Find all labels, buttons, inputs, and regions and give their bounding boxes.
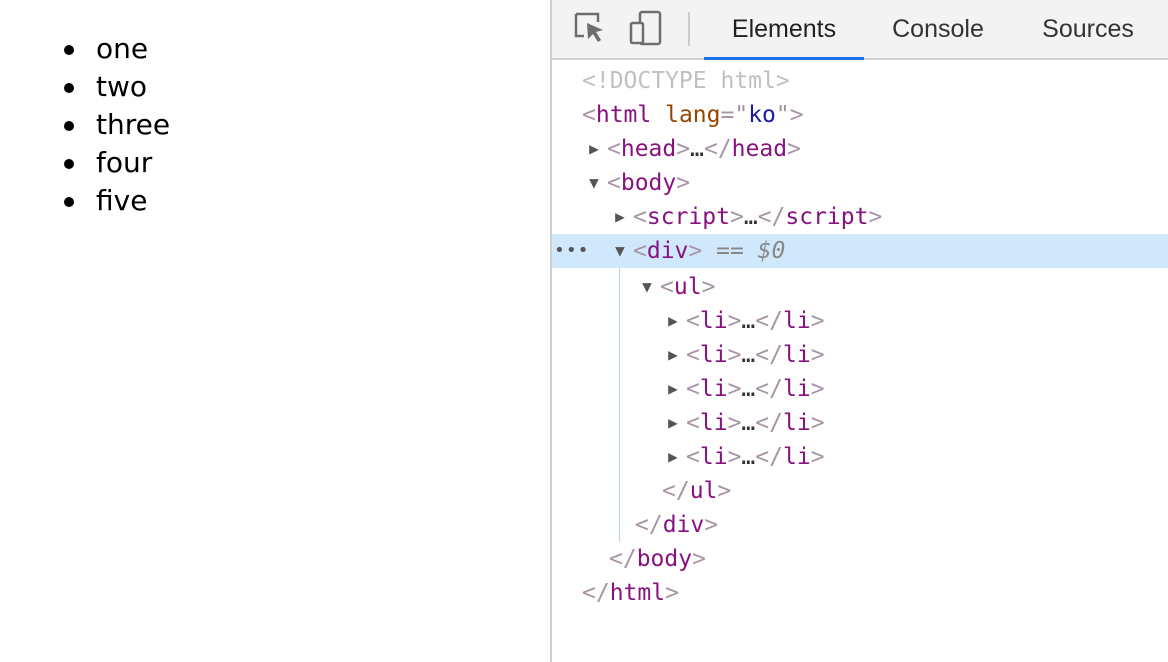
collapsed-ellipsis: … — [743, 204, 758, 230]
devtools-toolbar: Elements Console Sources — [552, 0, 1168, 60]
collapsed-ellipsis: … — [690, 136, 704, 162]
collapsed-ellipsis: … — [741, 410, 756, 436]
tree-row-script[interactable]: ▶ <script>…</script> — [552, 200, 1168, 234]
bullet-icon — [64, 159, 74, 169]
tree-row-doctype[interactable]: <!DOCTYPE html> — [552, 64, 1168, 98]
collapse-triangle-icon[interactable]: ▼ — [586, 166, 602, 200]
ul-close-tag: ul — [689, 478, 718, 504]
list-item: four — [64, 144, 170, 182]
tab-elements[interactable]: Elements — [704, 0, 864, 60]
body-tag: body — [620, 170, 677, 196]
expand-triangle-icon[interactable]: ▶ — [612, 200, 628, 234]
div-close-tag: div — [662, 512, 705, 538]
tree-row-div-close[interactable]: </div> — [552, 508, 1168, 542]
div-tag: div — [646, 238, 689, 264]
collapse-triangle-icon[interactable]: ▼ — [612, 234, 628, 268]
list-item: one — [64, 30, 170, 68]
tab-sources[interactable]: Sources — [1024, 0, 1152, 58]
li-tag: li — [699, 342, 728, 368]
bullet-list: one two three four five — [64, 30, 170, 220]
li-tag: li — [699, 308, 728, 334]
device-toolbar-icon[interactable] — [628, 10, 666, 48]
devtools-panel: Elements Console Sources <!DOCTYPE html>… — [552, 0, 1168, 662]
expand-triangle-icon[interactable]: ▶ — [586, 132, 602, 166]
expand-triangle-icon[interactable]: ▶ — [665, 372, 681, 406]
script-close-tag: script — [785, 204, 869, 230]
list-item: two — [64, 68, 170, 106]
list-item: five — [64, 182, 170, 220]
tree-row-ul[interactable]: ▼ <ul> — [552, 270, 1168, 304]
ul-tag: ul — [673, 274, 702, 300]
doctype-node: <!DOCTYPE html> — [582, 68, 790, 94]
expand-triangle-icon[interactable]: ▶ — [665, 440, 681, 474]
tab-console[interactable]: Console — [874, 0, 1002, 58]
li-close-tag: li — [782, 410, 811, 436]
attr-name: lang — [665, 102, 721, 128]
toolbar-separator — [688, 12, 690, 46]
attr-value: ko — [748, 102, 776, 128]
tree-row-html[interactable]: <html lang="ko"> — [552, 98, 1168, 132]
bullet-icon — [64, 197, 74, 207]
li-close-tag: li — [782, 342, 811, 368]
script-tag: script — [646, 204, 730, 230]
bullet-icon — [64, 83, 74, 93]
tree-row-li[interactable]: ▶ <li>…</li> — [552, 304, 1168, 338]
tree-row-html-close[interactable]: </html> — [552, 576, 1168, 610]
selection-guide-line — [619, 268, 620, 542]
html-close-tag: html — [609, 580, 666, 606]
tree-row-li[interactable]: ▶ <li>…</li> — [552, 440, 1168, 474]
tree-row-body-close[interactable]: </body> — [552, 542, 1168, 576]
li-close-tag: li — [782, 308, 811, 334]
li-tag: li — [699, 376, 728, 402]
tree-row-li[interactable]: ▶ <li>…</li> — [552, 338, 1168, 372]
li-tag: li — [699, 444, 728, 470]
li-close-tag: li — [782, 376, 811, 402]
collapsed-ellipsis: … — [741, 376, 756, 402]
bullet-icon — [64, 45, 74, 55]
collapse-triangle-icon[interactable]: ▼ — [639, 270, 655, 304]
inspect-cursor-icon[interactable] — [572, 10, 610, 48]
li-tag: li — [699, 410, 728, 436]
collapsed-ellipsis: … — [741, 342, 756, 368]
tree-row-ul-close[interactable]: </ul> — [552, 474, 1168, 508]
tree-row-li[interactable]: ▶ <li>…</li> — [552, 406, 1168, 440]
bullet-icon — [64, 121, 74, 131]
tree-row-body[interactable]: ▼ <body> — [552, 166, 1168, 200]
collapsed-ellipsis: … — [741, 308, 756, 334]
expand-triangle-icon[interactable]: ▶ — [665, 338, 681, 372]
list-item: three — [64, 106, 170, 144]
more-actions-icon[interactable]: ••• — [554, 234, 590, 268]
tree-row-li[interactable]: ▶ <li>…</li> — [552, 372, 1168, 406]
li-close-tag: li — [782, 444, 811, 470]
page-viewport: one two three four five — [0, 0, 550, 662]
selected-marker: == $0 — [716, 238, 786, 264]
head-tag: head — [620, 136, 677, 162]
tree-row-div-selected[interactable]: ••• ▼ <div> == $0 — [552, 234, 1168, 268]
head-close-tag: head — [731, 136, 788, 162]
tree-row-head[interactable]: ▶ <head>…</head> — [552, 132, 1168, 166]
body-close-tag: body — [636, 546, 693, 572]
expand-triangle-icon[interactable]: ▶ — [665, 406, 681, 440]
html-tag: html — [595, 102, 652, 128]
expand-triangle-icon[interactable]: ▶ — [665, 304, 681, 338]
collapsed-ellipsis: … — [741, 444, 756, 470]
